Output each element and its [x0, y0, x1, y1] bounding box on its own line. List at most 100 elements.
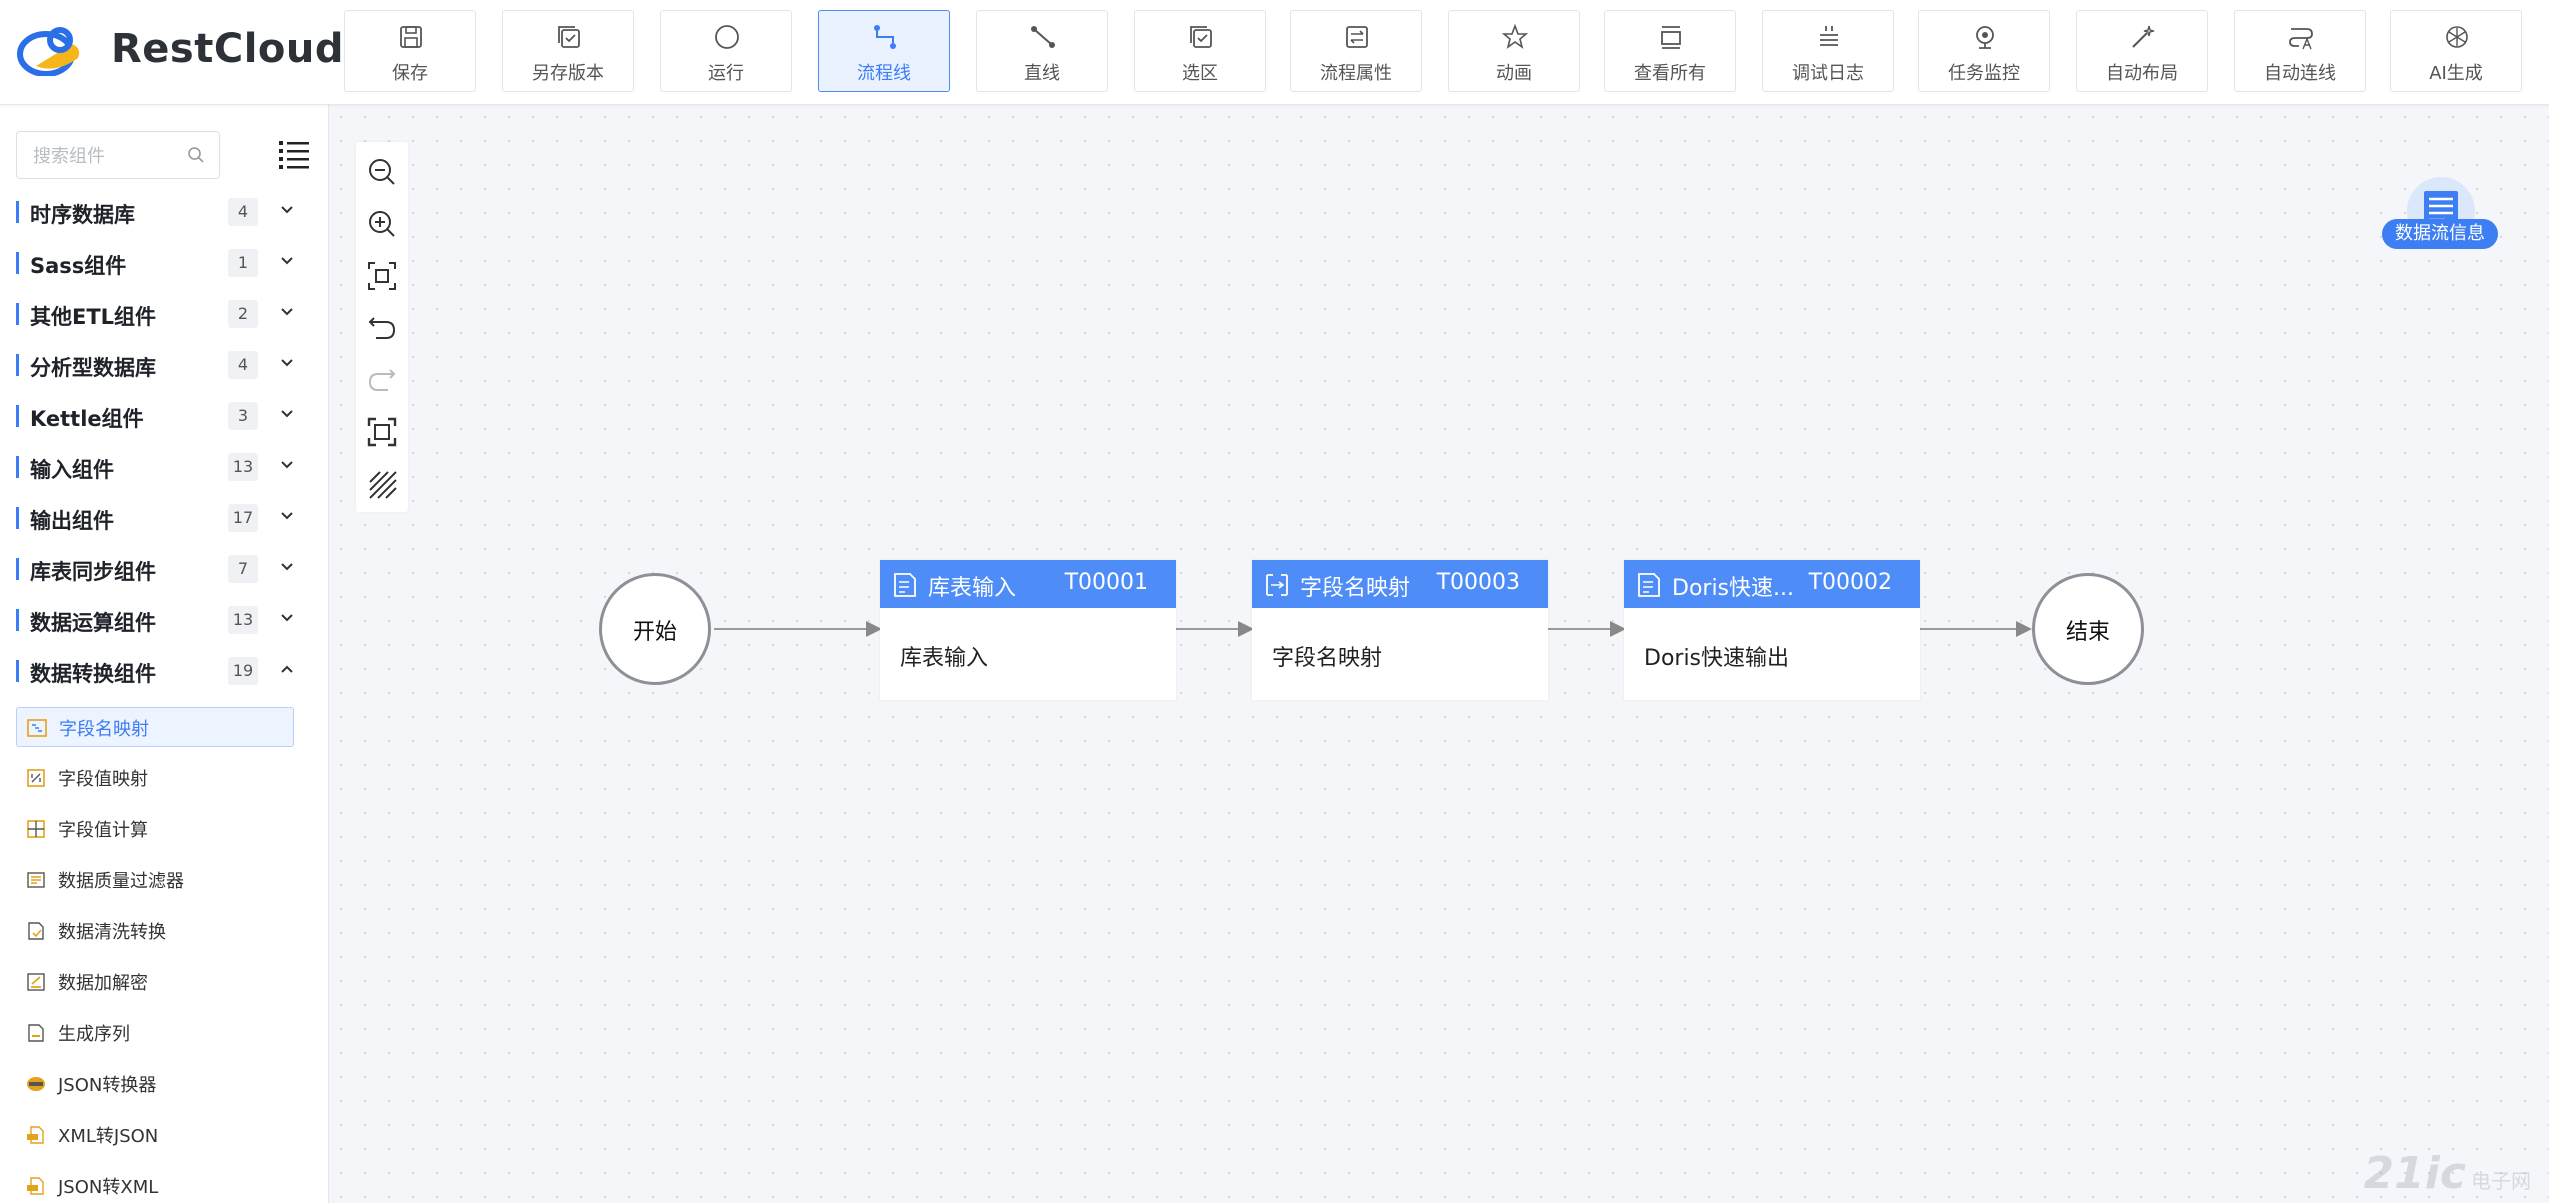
list-view-icon[interactable]: [278, 139, 310, 169]
auto-layout-icon: [2132, 25, 2155, 48]
category-name: 输入组件: [30, 458, 114, 482]
category-kettle[interactable]: Kettle组件 3: [16, 397, 306, 437]
run-label: 运行: [708, 63, 744, 84]
component-label: 字段值映射: [58, 769, 148, 790]
save-version-button[interactable]: 另存版本: [502, 10, 634, 92]
category-count: 13: [228, 453, 258, 481]
process-properties-label: 流程属性: [1320, 63, 1392, 84]
process-properties-icon: [1346, 26, 1368, 48]
task-body: Doris快速输出: [1644, 646, 1790, 671]
category-data-compute[interactable]: 数据运算组件 13: [16, 601, 306, 641]
component-label: 数据质量过滤器: [58, 871, 184, 892]
component-label: JSON转换器: [58, 1075, 157, 1096]
component-field-name-mapping[interactable]: 字段名映射: [16, 707, 294, 747]
category-sass[interactable]: Sass组件 1: [16, 244, 306, 284]
start-label: 开始: [632, 620, 677, 645]
watermark-main: 21ic: [2363, 1148, 2466, 1199]
component-data-quality-filter[interactable]: 数据质量过滤器: [16, 860, 294, 900]
chevron-down-icon[interactable]: [280, 611, 294, 625]
category-name: 数据转换组件: [30, 662, 156, 686]
watermark: 21ic 电子网: [2364, 1148, 2532, 1199]
category-table-sync[interactable]: 库表同步组件 7: [16, 550, 306, 590]
task-body: 库表输入: [900, 646, 989, 671]
flow-line-button[interactable]: 流程线: [818, 10, 950, 92]
category-other-etl[interactable]: 其他ETL组件 2: [16, 295, 306, 335]
debug-log-label: 调试日志: [1792, 63, 1864, 84]
category-name: Kettle组件: [30, 407, 144, 431]
task-monitor-label: 任务监控: [1948, 63, 2020, 84]
category-marker: [16, 558, 19, 580]
category-count: 3: [228, 402, 258, 430]
component-label: 数据加解密: [58, 973, 148, 994]
component-xml-to-json[interactable]: XML转JSON: [16, 1115, 294, 1155]
process-properties-button[interactable]: 流程属性: [1290, 10, 1422, 92]
selection-button[interactable]: 选区: [1134, 10, 1266, 92]
animation-button[interactable]: 动画: [1448, 10, 1580, 92]
save-button[interactable]: 保存: [344, 10, 476, 92]
animation-icon: [1501, 23, 1529, 49]
component-data-cleansing[interactable]: 数据清洗转换: [16, 911, 294, 951]
cloud-logo-icon: [17, 27, 80, 76]
straight-line-button[interactable]: 直线: [976, 10, 1108, 92]
component-label: 数据清洗转换: [58, 922, 166, 943]
search-icon[interactable]: [187, 146, 205, 164]
component-field-value-compute[interactable]: 字段值计算: [16, 809, 294, 849]
category-name: 数据运算组件: [30, 611, 156, 635]
component-data-encryption[interactable]: 数据加解密: [16, 962, 294, 1002]
category-name: 库表同步组件: [30, 560, 156, 584]
component-field-value-mapping[interactable]: 字段值映射: [16, 758, 294, 798]
component-json-converter[interactable]: JSON转换器: [16, 1064, 294, 1104]
run-icon: [715, 25, 739, 49]
category-marker: [16, 354, 19, 376]
task-node-doris-output[interactable]: Doris快速... T00002 Doris快速输出: [1624, 560, 1920, 700]
auto-layout-button[interactable]: 自动布局: [2076, 10, 2208, 92]
chevron-down-icon[interactable]: [280, 305, 294, 319]
task-header: 库表输入 T00001: [880, 560, 1176, 608]
task-title: 字段名映射: [1300, 576, 1411, 601]
view-all-icon: [1661, 26, 1681, 49]
task-id: T00002: [1808, 570, 1892, 595]
category-count: 2: [228, 300, 258, 328]
auto-connect-label: 自动连线: [2264, 63, 2336, 84]
category-marker: [16, 252, 19, 274]
chevron-down-icon[interactable]: [280, 560, 294, 574]
category-output[interactable]: 输出组件 17: [16, 499, 306, 539]
dataflow-info-button[interactable]: 数据流信息: [2382, 175, 2502, 285]
chevron-down-icon[interactable]: [280, 458, 294, 472]
end-node[interactable]: 结束: [2032, 573, 2144, 685]
save-version-label: 另存版本: [532, 63, 604, 84]
run-button[interactable]: 运行: [660, 10, 792, 92]
save-label: 保存: [392, 63, 428, 84]
json-icon: [27, 1077, 45, 1091]
start-node[interactable]: 开始: [599, 573, 711, 685]
task-node-table-input[interactable]: 库表输入 T00001 库表输入: [880, 560, 1176, 700]
chevron-down-icon[interactable]: [280, 203, 294, 217]
component-search[interactable]: [16, 131, 220, 179]
category-count: 13: [228, 606, 258, 634]
table-input-icon: [894, 573, 916, 597]
category-timeseries-db[interactable]: 时序数据库 4: [16, 193, 306, 233]
category-analytic-db[interactable]: 分析型数据库 4: [16, 346, 306, 386]
top-toolbar: RestCloud 保存 另存版本 运行 流程线 直线 选区 流程属性 动画 查…: [0, 0, 2549, 105]
chevron-down-icon[interactable]: [280, 407, 294, 421]
search-input[interactable]: [31, 142, 185, 170]
chevron-up-icon[interactable]: [280, 662, 294, 676]
task-node-field-mapping[interactable]: 字段名映射 T00003 字段名映射: [1252, 560, 1548, 700]
view-all-button[interactable]: 查看所有: [1604, 10, 1736, 92]
debug-log-button[interactable]: 调试日志: [1762, 10, 1894, 92]
quality-filter-icon: [27, 872, 45, 888]
component-json-to-xml[interactable]: JSON转XML: [16, 1166, 294, 1203]
category-data-transform[interactable]: 数据转换组件 19: [16, 652, 306, 692]
chevron-down-icon[interactable]: [280, 254, 294, 268]
flow-canvas[interactable]: 开始 库表输入 T00001 库表输入 字段名映射 T00003 字段名映射 D…: [329, 105, 2549, 1203]
category-count: 17: [228, 504, 258, 532]
ai-generate-button[interactable]: AI生成: [2390, 10, 2522, 92]
task-monitor-button[interactable]: 任务监控: [1918, 10, 2050, 92]
flow-line-label: 流程线: [857, 63, 911, 84]
component-generate-sequence[interactable]: 生成序列: [16, 1013, 294, 1053]
chevron-down-icon[interactable]: [280, 509, 294, 523]
category-input[interactable]: 输入组件 13: [16, 448, 306, 488]
auto-connect-button[interactable]: 自动连线: [2234, 10, 2366, 92]
chevron-down-icon[interactable]: [280, 356, 294, 370]
selection-icon: [1190, 26, 1212, 48]
